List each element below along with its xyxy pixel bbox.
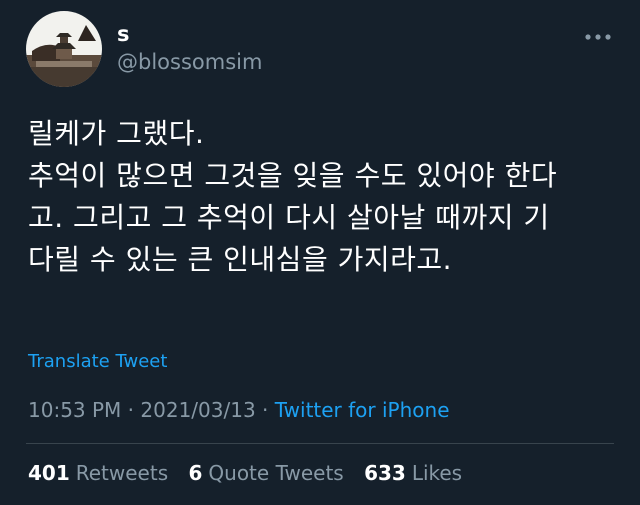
tweet-text-line: 고. 그리고 그 추억이 다시 살아날 때까지 기: [28, 201, 550, 234]
meta-separator: ·: [255, 398, 275, 422]
likes-count: 633: [364, 461, 406, 485]
tweet-date[interactable]: 2021/03/13: [140, 398, 255, 422]
tweet-source-link[interactable]: Twitter for iPhone: [275, 398, 450, 422]
tweet-meta: 10:53 PM · 2021/03/13 · Twitter for iPho…: [28, 396, 450, 424]
likes-stat[interactable]: 633 Likes: [364, 461, 462, 485]
tweet-text-line: 다릴 수 있는 큰 인내심을 가지라고.: [28, 243, 453, 276]
retweets-count: 401: [28, 461, 70, 485]
more-options-button[interactable]: [583, 28, 613, 40]
likes-label: Likes: [411, 461, 463, 485]
translate-tweet-link[interactable]: Translate Tweet: [28, 350, 167, 374]
tweet-text-line: 릴케가 그랬다.: [28, 117, 205, 150]
avatar-image: [26, 11, 102, 87]
quote-tweets-count: 6: [188, 461, 203, 485]
quote-tweets-stat[interactable]: 6 Quote Tweets: [188, 461, 343, 485]
more-dots-icon: [585, 34, 611, 40]
author-display-name[interactable]: s: [117, 20, 130, 48]
retweets-label: Retweets: [75, 461, 169, 485]
avatar[interactable]: [26, 11, 102, 87]
tweet-time[interactable]: 10:53 PM: [28, 398, 121, 422]
tweet-stats: 401 Retweets 6 Quote Tweets 633 Likes: [28, 459, 476, 487]
tweet-text-line: 추억이 많으면 그것을 잊을 수도 있어야 한다: [28, 159, 558, 192]
author-handle[interactable]: @blossomsim: [117, 48, 262, 76]
divider: [26, 443, 614, 444]
meta-separator: ·: [121, 398, 141, 422]
quote-tweets-label: Quote Tweets: [208, 461, 344, 485]
tweet-text: 릴케가 그랬다. 추억이 많으면 그것을 잊을 수도 있어야 한다 고. 그리고…: [28, 113, 628, 281]
retweets-stat[interactable]: 401 Retweets: [28, 461, 168, 485]
